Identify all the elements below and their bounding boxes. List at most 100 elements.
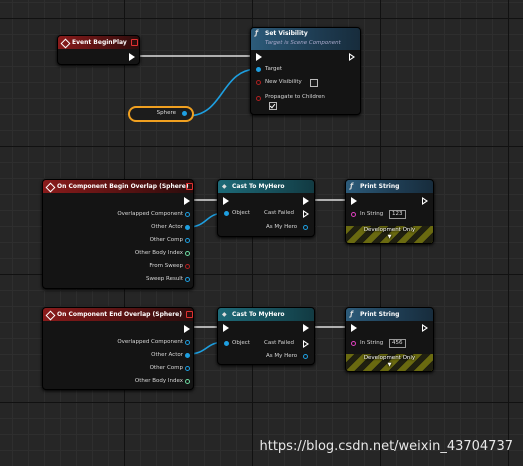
cast-to-myhero-node[interactable]: ◆ Cast To MyHero Object Cast Failed As M… — [217, 307, 315, 365]
event-beginplay-node[interactable]: Event BeginPlay — [57, 35, 140, 65]
blueprint-graph-canvas[interactable]: Event BeginPlay ƒ Set Visibility Target … — [0, 0, 523, 466]
output-pin-label: Other Body Index — [134, 378, 183, 384]
exec-out-pin[interactable] — [422, 197, 428, 205]
sphere-variable-node[interactable]: Sphere — [128, 106, 194, 122]
expand-chevron-icon[interactable]: ▼ — [346, 362, 433, 368]
output-pin-label: Other Comp — [149, 365, 183, 371]
end-overlap-event-node[interactable]: On Component End Overlap (Sphere) Overla… — [42, 307, 194, 390]
new-visibility-pin[interactable] — [256, 80, 261, 85]
print-string-node[interactable]: ƒ Print String In String 123 Development… — [345, 179, 434, 244]
cast-failed-pin[interactable] — [303, 210, 309, 218]
exec-out-pin[interactable] — [184, 197, 190, 205]
expand-chevron-icon[interactable]: ▼ — [346, 234, 433, 240]
output-pin-label: Other Actor — [151, 352, 183, 358]
node-title: Print String — [360, 311, 400, 318]
set-visibility-node[interactable]: ƒ Set Visibility Target is Scene Compone… — [250, 27, 361, 115]
new-visibility-label: New Visibility — [265, 79, 302, 85]
as-my-hero-pin[interactable] — [303, 225, 308, 230]
node-header: On Component End Overlap (Sphere) — [43, 308, 193, 321]
development-only-banner: Development Only ▼ — [346, 226, 433, 243]
function-icon: ƒ — [350, 182, 354, 190]
other-body-index-pin[interactable] — [185, 379, 190, 384]
sweep-result-pin[interactable] — [185, 277, 190, 282]
sphere-out-pin[interactable] — [182, 111, 187, 116]
in-string-label: In String — [360, 211, 384, 217]
node-header: ƒ Print String — [346, 180, 433, 193]
delegate-pin-icon[interactable] — [131, 39, 138, 46]
object-pin[interactable] — [224, 211, 229, 216]
cast-failed-pin[interactable] — [303, 340, 309, 348]
exec-in-pin[interactable] — [223, 197, 229, 205]
node-title: On Component Begin Overlap (Sphere) — [57, 183, 189, 190]
function-icon: ƒ — [350, 310, 354, 318]
other-body-index-pin[interactable] — [185, 251, 190, 256]
exec-out-pin[interactable] — [303, 197, 309, 205]
begin-overlap-event-node[interactable]: On Component Begin Overlap (Sphere) Over… — [42, 179, 194, 289]
from-sweep-pin[interactable] — [185, 264, 190, 269]
overlapped-component-pin[interactable] — [185, 340, 190, 345]
propagate-pin[interactable] — [256, 96, 261, 101]
node-title: Print String — [360, 183, 400, 190]
as-my-hero-label: As My Hero — [266, 353, 298, 359]
other-actor-pin[interactable] — [185, 353, 190, 358]
print-string-node[interactable]: ƒ Print String In String 456 Development… — [345, 307, 434, 372]
output-pin-label: Overlapped Component — [117, 339, 183, 345]
exec-in-pin[interactable] — [351, 324, 357, 332]
development-only-banner: Development Only ▼ — [346, 354, 433, 371]
other-comp-pin[interactable] — [185, 238, 190, 243]
cast-failed-label: Cast Failed — [264, 210, 294, 216]
output-pin-label: Other Comp — [149, 237, 183, 243]
in-string-input[interactable]: 456 — [389, 339, 406, 348]
node-title: On Component End Overlap (Sphere) — [57, 311, 182, 318]
delegate-pin-icon[interactable] — [186, 183, 193, 190]
object-pin[interactable] — [224, 341, 229, 346]
node-header: ◆ Cast To MyHero — [218, 180, 314, 193]
watermark-url: https://blog.csdn.net/weixin_43704737 — [259, 439, 513, 454]
object-pin-label: Object — [232, 340, 250, 346]
in-string-input[interactable]: 123 — [389, 210, 406, 219]
cast-failed-label: Cast Failed — [264, 340, 294, 346]
output-pin-label: Overlapped Component — [117, 211, 183, 217]
dev-only-label: Development Only — [363, 355, 416, 361]
node-header: On Component Begin Overlap (Sphere) — [43, 180, 193, 193]
node-title: Event BeginPlay — [72, 39, 127, 46]
exec-out-pin[interactable] — [129, 53, 135, 61]
new-visibility-checkbox[interactable] — [310, 79, 318, 87]
variable-label: Sphere — [156, 110, 176, 116]
exec-out-pin[interactable] — [422, 324, 428, 332]
function-icon: ƒ — [255, 29, 259, 37]
propagate-checkbox[interactable] — [269, 102, 277, 110]
output-pin-label: Sweep Result — [146, 276, 183, 282]
as-my-hero-pin[interactable] — [303, 354, 308, 359]
output-pin-label: Other Actor — [151, 224, 183, 230]
propagate-label: Propagate to Children — [265, 94, 325, 100]
exec-in-pin[interactable] — [256, 53, 262, 61]
node-header: ƒ Set Visibility Target is Scene Compone… — [251, 28, 360, 50]
cast-to-myhero-node[interactable]: ◆ Cast To MyHero Object Cast Failed As M… — [217, 179, 315, 237]
overlapped-component-pin[interactable] — [185, 212, 190, 217]
event-icon — [60, 38, 71, 49]
node-title: Set Visibility — [265, 30, 308, 37]
object-wire — [186, 68, 259, 117]
output-pin-label: Other Body Index — [134, 250, 183, 256]
node-header: ƒ Print String — [346, 308, 433, 321]
exec-out-pin[interactable] — [303, 324, 309, 332]
exec-in-pin[interactable] — [351, 197, 357, 205]
node-subtitle: Target is Scene Component — [265, 40, 341, 46]
delegate-pin-icon[interactable] — [186, 311, 193, 318]
other-actor-pin[interactable] — [185, 225, 190, 230]
in-string-pin[interactable] — [351, 341, 356, 346]
cast-icon: ◆ — [222, 311, 227, 318]
dev-only-label: Development Only — [363, 227, 416, 233]
exec-out-pin[interactable] — [349, 53, 355, 61]
target-pin-label: Target — [265, 66, 283, 72]
exec-in-pin[interactable] — [223, 324, 229, 332]
event-icon — [45, 310, 56, 321]
exec-out-pin[interactable] — [184, 325, 190, 333]
output-pin-label: From Sweep — [149, 263, 183, 269]
target-pin[interactable] — [256, 67, 261, 72]
node-header: ◆ Cast To MyHero — [218, 308, 314, 321]
in-string-pin[interactable] — [351, 212, 356, 217]
other-comp-pin[interactable] — [185, 366, 190, 371]
object-pin-label: Object — [232, 210, 250, 216]
